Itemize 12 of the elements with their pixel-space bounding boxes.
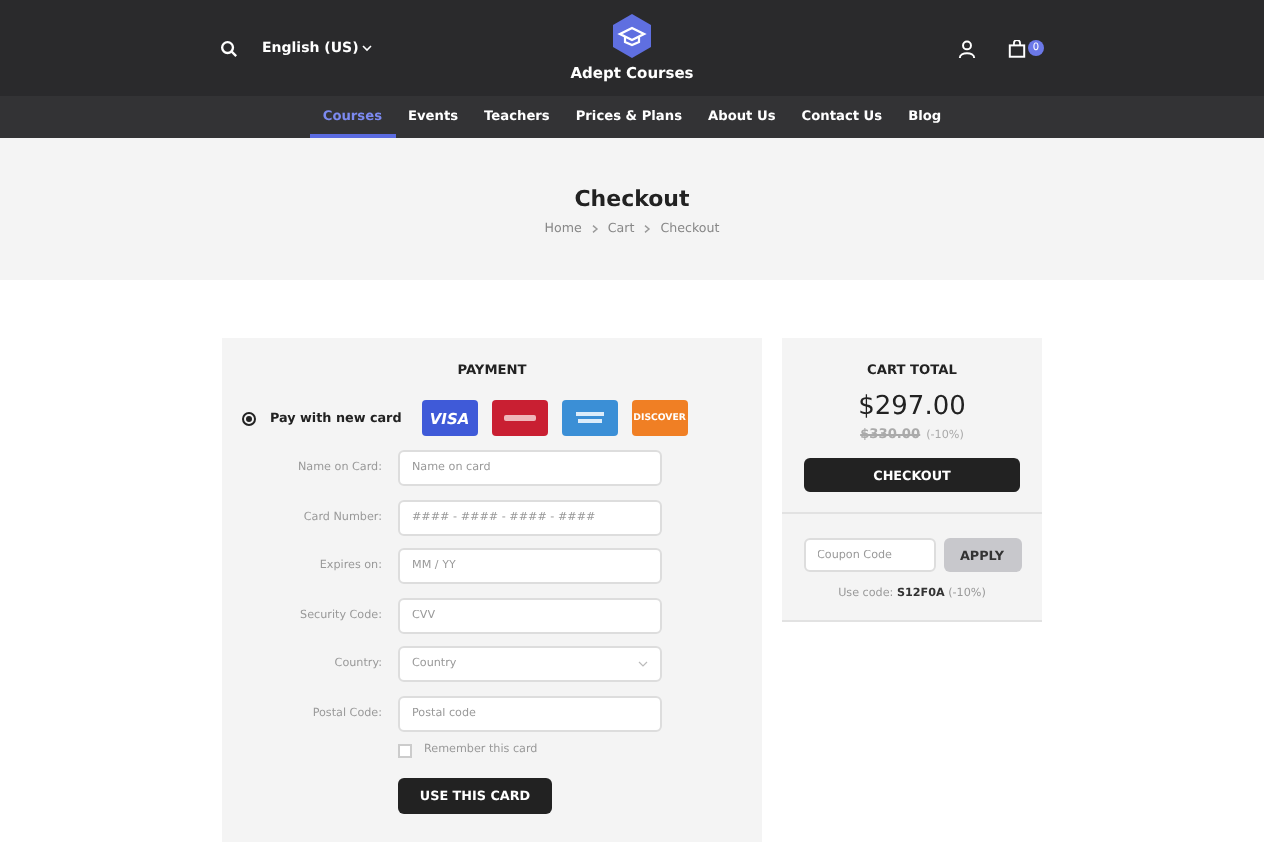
page-title: Checkout <box>574 186 690 212</box>
chevron-icon <box>642 224 653 234</box>
search-icon[interactable] <box>220 39 238 57</box>
user-icon[interactable] <box>957 39 976 57</box>
radio-button[interactable] <box>242 411 256 425</box>
caret-icon <box>638 660 648 669</box>
total-price: $297.00 <box>858 392 966 422</box>
shopping-bag-icon[interactable] <box>1007 39 1026 57</box>
logo-icon[interactable] <box>611 14 652 58</box>
chevron-icon <box>589 224 600 234</box>
caret-icon <box>362 44 373 52</box>
checkbox[interactable] <box>398 743 412 758</box>
